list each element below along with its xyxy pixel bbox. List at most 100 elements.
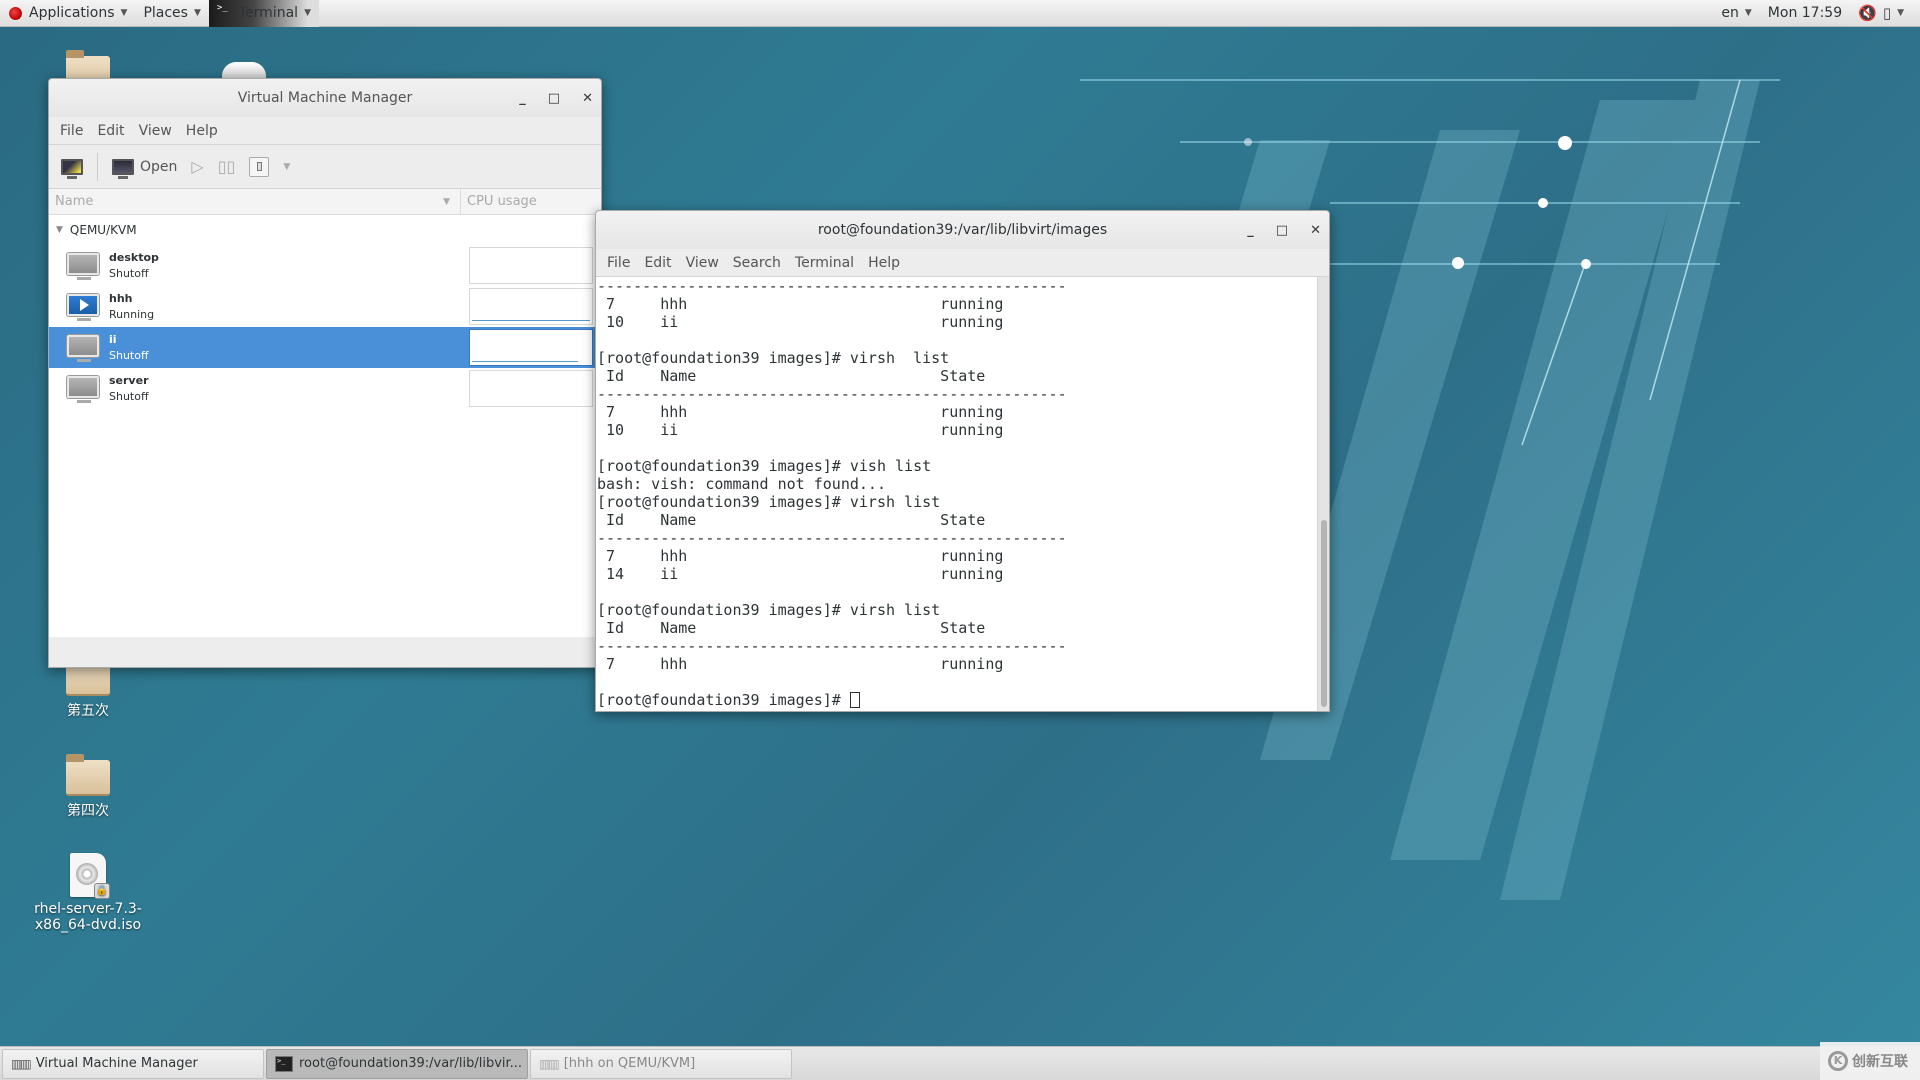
monitor-icon: [112, 158, 134, 179]
vm-name: ii: [109, 332, 117, 346]
column-name-label: Name: [55, 194, 94, 209]
menu-edit[interactable]: Edit: [91, 120, 130, 142]
menu-help[interactable]: Help: [180, 120, 224, 142]
maximize-button[interactable]: □: [1276, 223, 1288, 238]
desktop-icon-folder-5[interactable]: 第五次: [28, 654, 148, 720]
close-button[interactable]: ✕: [1310, 223, 1321, 238]
terminal-icon: >_: [216, 3, 228, 13]
scrollbar-thumb[interactable]: [1321, 520, 1327, 707]
cpu-usage-line: [472, 361, 578, 362]
vm-name: hhh: [109, 291, 133, 305]
vm-status: Shutoff: [109, 266, 149, 280]
places-menu[interactable]: Places ▼: [135, 0, 208, 27]
cpu-usage-graph: [469, 288, 593, 325]
vmm-menubar: File Edit View Help: [49, 117, 601, 145]
vm-row[interactable]: desktop Shutoff: [49, 245, 601, 286]
task-terminal[interactable]: >_ root@foundation39:/var/lib/libvir...: [266, 1048, 528, 1079]
clock-label: Mon 17:59: [1767, 5, 1843, 21]
desktop-icon-label-line2: x86_64-dvd.iso: [34, 917, 142, 933]
disc-icon: [76, 863, 98, 885]
minimize-button[interactable]: _: [519, 91, 526, 106]
open-button[interactable]: Open: [112, 158, 178, 179]
task-vm-console[interactable]: ▥▥ [hhh on QEMU/KVM]: [530, 1048, 792, 1079]
vmm-icon: ▥▥: [539, 1056, 560, 1071]
language-selector[interactable]: en ▼: [1715, 0, 1757, 27]
task-label: root@foundation39:/var/lib/libvir...: [299, 1056, 523, 1071]
menu-view[interactable]: View: [133, 120, 178, 142]
menu-search[interactable]: Search: [727, 252, 787, 274]
column-name[interactable]: Name ▼: [49, 189, 461, 214]
column-cpu[interactable]: CPU usage: [461, 194, 537, 209]
menu-view[interactable]: View: [680, 252, 725, 274]
places-label: Places: [143, 5, 188, 21]
applications-label: Applications: [29, 5, 115, 21]
terminal-window: root@foundation39:/var/lib/libvirt/image…: [595, 210, 1330, 712]
shutdown-icon: [249, 156, 270, 177]
shutdown-menu-button[interactable]: ▼: [283, 162, 290, 172]
terminal-line: 10 ii running: [597, 313, 1004, 331]
system-menu[interactable]: 🔇 ▯ ▼: [1852, 0, 1910, 27]
open-label: Open: [140, 158, 178, 175]
run-button[interactable]: ▷: [191, 157, 203, 176]
chevron-down-icon: ▼: [120, 8, 128, 18]
vm-list-header: Name ▼ CPU usage: [49, 189, 601, 215]
minimize-button[interactable]: _: [1247, 223, 1254, 238]
redhat-logo-icon: [8, 5, 23, 21]
folder-icon: [66, 754, 110, 796]
terminal-line: 7 hhh running: [597, 295, 1004, 313]
chevron-down-icon: ▼: [193, 8, 201, 18]
menu-file[interactable]: File: [54, 120, 89, 142]
new-vm-icon: [61, 158, 83, 179]
terminal-line: [root@foundation39 images]# virsh list: [597, 493, 941, 511]
vm-row-selected[interactable]: ii Shutoff: [49, 327, 601, 368]
terminal-titlebar[interactable]: root@foundation39:/var/lib/libvirt/image…: [596, 211, 1329, 249]
vm-row[interactable]: hhh Running: [49, 286, 601, 327]
desktop-icon-folder-4[interactable]: 第四次: [28, 754, 148, 820]
watermark: K 创新互联: [1820, 1042, 1920, 1080]
terminal-line: [root@foundation39 images]# vish list: [597, 457, 932, 475]
terminal-output: ----------------------------------------…: [597, 277, 1315, 709]
task-vmm[interactable]: ▥▥ Virtual Machine Manager: [2, 1048, 264, 1079]
terminal-line: Id Name State: [597, 511, 986, 529]
menu-file[interactable]: File: [601, 252, 636, 274]
new-vm-button[interactable]: [61, 158, 83, 179]
vmm-titlebar[interactable]: Virtual Machine Manager _ □ ✕: [49, 79, 601, 117]
chevron-down-icon: ▼: [1897, 8, 1904, 18]
window-title: Virtual Machine Manager: [237, 90, 413, 106]
expander-icon: ▼: [56, 225, 63, 235]
terminal-prompt: [root@foundation39 images]#: [597, 691, 850, 709]
shutdown-button[interactable]: [249, 156, 270, 177]
terminal-line: bash: vish: command not found...: [597, 475, 886, 493]
active-app-menu[interactable]: >_ Terminal ▼: [208, 0, 319, 27]
menu-edit[interactable]: Edit: [638, 252, 677, 274]
pause-button[interactable]: ▯▯: [218, 157, 236, 176]
terminal-line: 14 ii running: [597, 565, 1004, 583]
disk-icon[interactable]: [222, 62, 266, 78]
cpu-usage-graph: [469, 370, 593, 407]
desktop-icon-iso[interactable]: 🔒 rhel-server-7.3- x86_64-dvd.iso: [28, 853, 148, 933]
vm-row[interactable]: server Shutoff: [49, 368, 601, 409]
terminal-line: Id Name State: [597, 619, 986, 637]
column-cpu-label: CPU usage: [467, 194, 537, 209]
clock[interactable]: Mon 17:59: [1762, 0, 1848, 27]
menu-help[interactable]: Help: [862, 252, 906, 274]
terminal-line: ----------------------------------------…: [597, 277, 1067, 295]
connection-group[interactable]: ▼ QEMU/KVM: [49, 215, 601, 245]
terminal-line: ----------------------------------------…: [597, 637, 1067, 655]
cpu-usage-line: [472, 320, 590, 321]
terminal-cursor: [849, 692, 860, 708]
maximize-button[interactable]: □: [548, 91, 560, 106]
scrollbar[interactable]: [1317, 277, 1329, 711]
desktop-icon-label-line1: rhel-server-7.3-: [34, 901, 142, 917]
close-button[interactable]: ✕: [582, 91, 593, 106]
cpu-usage-graph: [469, 329, 593, 366]
terminal-body[interactable]: ----------------------------------------…: [596, 277, 1329, 711]
language-label: en: [1721, 5, 1739, 21]
menu-terminal[interactable]: Terminal: [789, 252, 860, 274]
vmm-toolbar: Open ▷ ▯▯ ▼: [49, 145, 601, 189]
task-label: [hhh on QEMU/KVM]: [563, 1056, 696, 1071]
applications-menu[interactable]: Applications ▼: [0, 0, 135, 27]
